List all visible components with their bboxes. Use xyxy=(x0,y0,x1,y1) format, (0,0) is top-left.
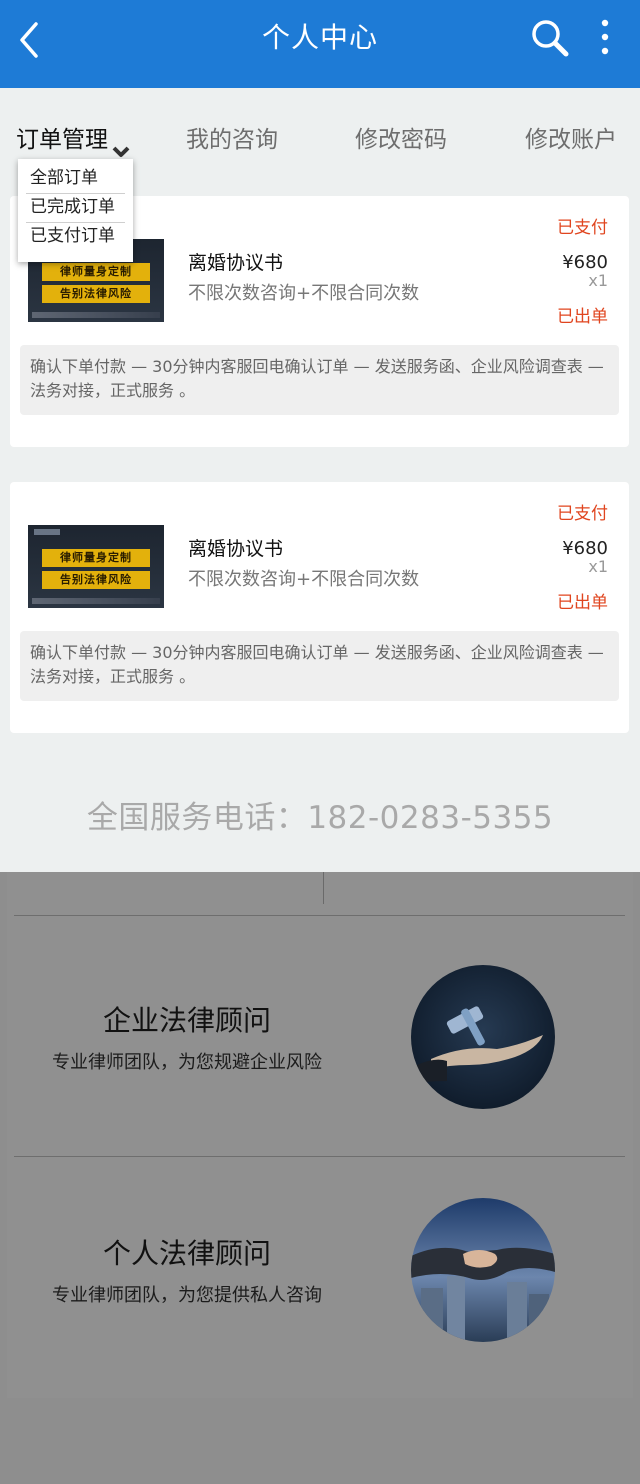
thumbnail-text: 律师量身定制 xyxy=(42,263,150,281)
fulfillment-status: 已出单 xyxy=(557,593,608,613)
tab-change-password[interactable]: 修改密码 xyxy=(355,122,447,158)
app-header: 个人中心 xyxy=(0,0,640,88)
more-vertical-icon[interactable] xyxy=(590,16,620,60)
tab-my-consultations[interactable]: 我的咨询 xyxy=(186,122,278,158)
tab-change-account[interactable]: 修改账户 xyxy=(525,122,617,158)
divider xyxy=(14,915,625,916)
service-title[interactable]: 企业法律顾问 xyxy=(7,1001,367,1041)
divider xyxy=(14,1156,625,1157)
tab-order-management[interactable]: 订单管理 xyxy=(16,122,130,158)
dropdown-item-completed-orders[interactable]: 已完成订单 xyxy=(26,194,125,223)
thumbnail-text: 告别法律风险 xyxy=(42,285,150,303)
handshake-icon[interactable] xyxy=(411,1198,555,1342)
order-filter-dropdown: 全部订单 已完成订单 已支付订单 xyxy=(18,159,133,262)
service-process-steps: 确认下单付款 — 30分钟内客服回电确认订单 — 发送服务函、企业风险调查表 —… xyxy=(20,631,619,701)
gavel-hand-icon[interactable] xyxy=(411,965,555,1109)
product-thumbnail: 律师量身定制 告别法律风险 xyxy=(28,525,164,608)
product-name: 离婚协议书 xyxy=(188,252,284,274)
thumbnail-text: 告别法律风险 xyxy=(42,571,150,589)
product-description: 不限次数咨询+不限合同次数 xyxy=(188,569,420,590)
service-title[interactable]: 个人法律顾问 xyxy=(7,1234,367,1274)
service-hotline[interactable]: 全国服务电话：182-0283-5355 xyxy=(0,796,640,840)
dropdown-item-paid-orders[interactable]: 已支付订单 xyxy=(26,223,125,252)
product-name: 离婚协议书 xyxy=(188,538,284,560)
fulfillment-status: 已出单 xyxy=(557,307,608,327)
search-icon[interactable] xyxy=(528,16,572,60)
product-quantity: x1 xyxy=(588,271,608,290)
service-process-steps: 确认下单付款 — 30分钟内客服回电确认订单 — 发送服务函、企业风险调查表 —… xyxy=(20,345,619,415)
product-quantity: x1 xyxy=(588,557,608,576)
tab-label: 订单管理 xyxy=(16,127,108,153)
dropdown-item-all-orders[interactable]: 全部订单 xyxy=(26,165,125,194)
service-description: 专业律师团队，为您提供私人咨询 xyxy=(52,1285,322,1306)
chevron-down-icon xyxy=(112,134,130,157)
order-card[interactable]: 律师量身定制 告别法律风险 离婚协议书 不限次数咨询+不限合同次数 已支付 ¥6… xyxy=(10,482,629,733)
main-panel: 订单管理 我的咨询 修改密码 修改账户 全部订单 已完成订单 已支付订单 律师量… xyxy=(0,88,640,872)
payment-status: 已支付 xyxy=(557,504,608,524)
service-description: 专业律师团队，为您规避企业风险 xyxy=(52,1052,322,1073)
thumbnail-text: 律师量身定制 xyxy=(42,549,150,567)
divider xyxy=(323,872,324,904)
services-section: 企业法律顾问 专业律师团队，为您规避企业风险 个人法律顾问 专业律师团队，为您提… xyxy=(7,872,633,1398)
payment-status: 已支付 xyxy=(557,218,608,238)
product-description: 不限次数咨询+不限合同次数 xyxy=(188,283,420,304)
